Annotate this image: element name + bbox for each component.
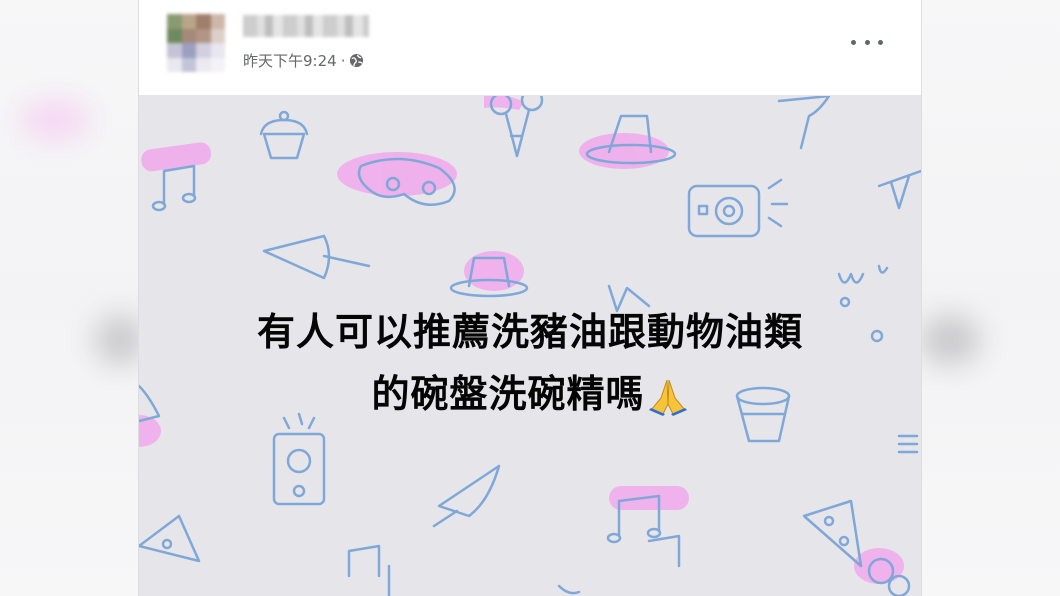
post-text-line-1: 有人可以推薦洗豬油跟動物油類	[256, 310, 803, 354]
post-text: 有人可以推薦洗豬油跟動物油類 的碗盤洗碗精嗎	[179, 301, 881, 425]
right-blurred-background	[920, 0, 1060, 596]
avatar[interactable]	[167, 14, 225, 72]
globe-icon[interactable]	[349, 53, 364, 68]
post-text-line-2: 的碗盤洗碗精嗎	[371, 372, 645, 416]
post-meta: 昨天下午9:24 ·	[243, 50, 364, 71]
post-background: 有人可以推薦洗豬油跟動物油類 的碗盤洗碗精嗎	[139, 96, 921, 596]
facebook-post-card: 昨天下午9:24 · 有人可以推薦洗豬油跟動物油類 的碗盤洗碗精嗎	[138, 0, 922, 596]
more-options-button[interactable]	[851, 30, 883, 54]
folded-hands-icon	[648, 379, 687, 416]
post-header: 昨天下午9:24 ·	[139, 0, 921, 96]
meta-separator: ·	[340, 51, 346, 70]
more-options-icon	[851, 39, 856, 45]
author-name-redacted[interactable]	[243, 15, 369, 37]
left-blurred-background	[0, 0, 145, 596]
post-text-line-2-wrap: 的碗盤洗碗精嗎	[179, 363, 881, 425]
timestamp[interactable]: 昨天下午9:24	[243, 50, 337, 71]
